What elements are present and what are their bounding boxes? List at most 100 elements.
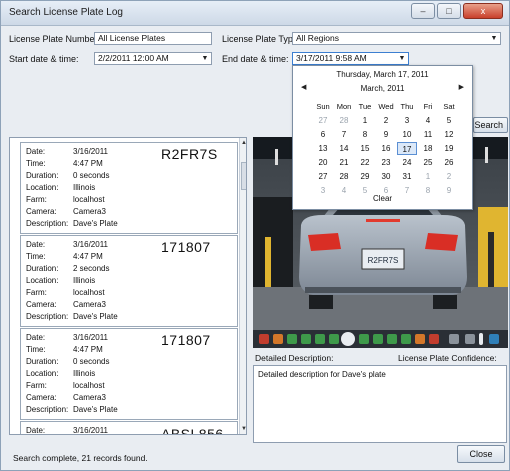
duration-label: Duration:	[26, 357, 59, 366]
close-window-button[interactable]: x	[463, 3, 503, 19]
calendar-day[interactable]: 25	[418, 156, 438, 169]
calendar-day[interactable]: 27	[313, 170, 333, 183]
calendar-day[interactable]: 8	[355, 128, 375, 141]
calendar-day[interactable]: 22	[355, 156, 375, 169]
calendar-day[interactable]: 24	[397, 156, 417, 169]
calendar-month[interactable]: March, 2011	[293, 84, 472, 93]
eject-icon[interactable]	[429, 334, 439, 344]
calendar-day[interactable]: 6	[313, 128, 333, 141]
calendar-day[interactable]: 1	[355, 114, 375, 127]
search-license-plate-window: Search License Plate Log – □ x License P…	[0, 0, 510, 471]
time-value: 4:47 PM	[73, 159, 103, 168]
calendar-day[interactable]: 10	[397, 128, 417, 141]
maximize-button[interactable]: □	[437, 3, 461, 19]
calendar-day[interactable]: 3	[397, 114, 417, 127]
previous-frame-icon[interactable]	[301, 334, 311, 344]
first-frame-icon[interactable]	[287, 334, 297, 344]
date-label: Date:	[26, 240, 46, 249]
calendar-day[interactable]: 27	[313, 114, 333, 127]
next-frame-icon[interactable]	[387, 334, 397, 344]
calendar-day[interactable]: 18	[418, 142, 438, 155]
description-value: Dave's Plate	[73, 312, 118, 321]
start-date-label: Start date & time:	[9, 54, 79, 64]
description-value: Dave's Plate	[73, 405, 118, 414]
step-forward-icon[interactable]	[359, 334, 369, 344]
calendar-day[interactable]: 2	[439, 170, 459, 183]
calendar-day[interactable]: 9	[376, 128, 396, 141]
calendar-clear-button[interactable]: Clear	[293, 194, 472, 203]
detailed-description-box[interactable]: Detailed description for Dave's plate	[253, 365, 507, 443]
camera-label: Camera:	[26, 300, 57, 309]
minimize-button[interactable]: –	[411, 3, 435, 19]
date-value: 3/16/2011	[73, 333, 108, 342]
rewind-icon[interactable]	[315, 334, 325, 344]
calendar-day[interactable]: 14	[334, 142, 354, 155]
scroll-up-icon[interactable]: ▲	[240, 138, 246, 148]
calendar-day[interactable]: 11	[418, 128, 438, 141]
farm-label: Farm:	[26, 381, 47, 390]
snapshot-icon[interactable]	[415, 334, 425, 344]
speed-icon[interactable]	[465, 334, 475, 344]
tools-icon[interactable]	[449, 334, 459, 344]
calendar-day[interactable]: 19	[439, 142, 459, 155]
list-item[interactable]: Date: 3/16/2011 ABSL856	[20, 421, 238, 434]
start-date-value: 2/2/2011 12:00 AM	[98, 53, 169, 63]
scroll-thumb[interactable]	[241, 162, 246, 190]
calendar-day[interactable]: 20	[313, 156, 333, 169]
date-label: Date:	[26, 333, 46, 342]
start-date-picker[interactable]: 2/2/2011 12:00 AM ▼	[94, 52, 212, 65]
time-value: 4:47 PM	[73, 345, 103, 354]
volume-icon[interactable]	[489, 334, 499, 344]
calendar-day[interactable]: 28	[334, 170, 354, 183]
last-frame-icon[interactable]	[401, 334, 411, 344]
calendar-day[interactable]: 28	[334, 114, 354, 127]
volume-slider[interactable]	[479, 333, 483, 345]
calendar-day[interactable]: 21	[334, 156, 354, 169]
calendar-day[interactable]: 4	[418, 114, 438, 127]
calendar-day[interactable]: 12	[439, 128, 459, 141]
time-label: Time:	[26, 345, 46, 354]
duration-label: Duration:	[26, 264, 59, 273]
plate-type-dropdown[interactable]: All Regions ▼	[292, 32, 501, 45]
stop-icon[interactable]	[259, 334, 269, 344]
close-button[interactable]: Close	[457, 445, 505, 463]
farm-label: Farm:	[26, 288, 47, 297]
description-value: Dave's Plate	[73, 219, 118, 228]
calendar-day[interactable]: 26	[439, 156, 459, 169]
playback-toolbar	[253, 330, 508, 348]
play-icon[interactable]	[341, 332, 355, 346]
fast-forward-icon[interactable]	[373, 334, 383, 344]
date-picker-calendar[interactable]: Thursday, March 17, 2011 ◀ March, 2011 ▶…	[292, 65, 473, 210]
list-item[interactable]: Date: 3/16/2011 171807 Time: 4:47 PM Dur…	[20, 235, 238, 327]
calendar-day[interactable]: 13	[313, 142, 333, 155]
camera-value: Camera3	[73, 393, 106, 402]
scroll-down-icon[interactable]: ▼	[240, 424, 246, 434]
calendar-day[interactable]: 15	[355, 142, 375, 155]
calendar-day[interactable]: 23	[376, 156, 396, 169]
triangle-right-icon[interactable]: ▶	[459, 83, 464, 91]
title-bar[interactable]: Search License Plate Log – □ x	[1, 1, 509, 26]
calendar-day[interactable]: 29	[355, 170, 375, 183]
calendar-day[interactable]: 30	[376, 170, 396, 183]
end-date-picker[interactable]: 3/17/2011 9:58 AM ▼	[292, 52, 409, 65]
calendar-day[interactable]: 5	[439, 114, 459, 127]
status-text: Search complete, 21 records found.	[13, 453, 148, 463]
record-icon[interactable]	[273, 334, 283, 344]
window-controls: – □ x	[411, 3, 503, 19]
plate-type-label: License Plate Type:	[222, 34, 301, 44]
step-back-icon[interactable]	[329, 334, 339, 344]
plate-number-input[interactable]: All License Plates	[94, 32, 212, 45]
list-item[interactable]: Date: 3/16/2011 R2FR7S Time: 4:47 PM Dur…	[20, 142, 238, 234]
search-button[interactable]: Search	[473, 117, 508, 133]
calendar-today-header[interactable]: Thursday, March 17, 2011	[293, 70, 472, 79]
calendar-day[interactable]: 16	[376, 142, 396, 155]
calendar-day[interactable]: 31	[397, 170, 417, 183]
calendar-day-selected[interactable]: 17	[397, 142, 417, 155]
calendar-day[interactable]: 1	[418, 170, 438, 183]
list-item[interactable]: Date: 3/16/2011 171807 Time: 4:47 PM Dur…	[20, 328, 238, 420]
list-scrollbar[interactable]: ▲ ▼	[239, 138, 246, 434]
results-list[interactable]: Date: 3/16/2011 R2FR7S Time: 4:47 PM Dur…	[9, 137, 247, 435]
calendar-day[interactable]: 2	[376, 114, 396, 127]
calendar-day[interactable]: 7	[334, 128, 354, 141]
farm-value: localhost	[73, 195, 105, 204]
